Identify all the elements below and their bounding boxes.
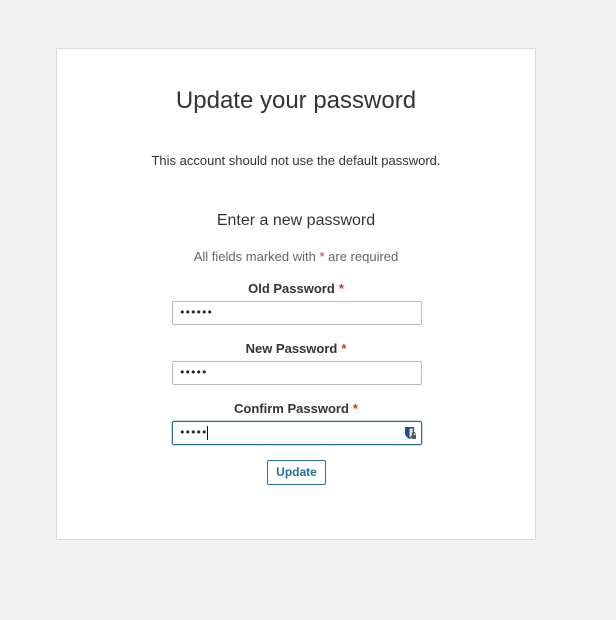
old-password-required-mark: * <box>338 281 344 296</box>
confirm-password-label-text: Confirm Password <box>234 401 349 416</box>
old-password-label-text: Old Password <box>248 281 335 296</box>
update-button[interactable]: Update <box>267 460 326 485</box>
new-password-value: ••••• <box>179 366 207 379</box>
confirm-password-label: Confirm Password * <box>57 401 535 417</box>
confirm-password-value: ••••• <box>179 426 207 439</box>
new-password-label-text: New Password <box>245 341 338 356</box>
confirm-password-required-mark: * <box>352 401 358 416</box>
old-password-value: •••••• <box>179 306 213 319</box>
password-manager-shield-icon[interactable] <box>404 426 416 440</box>
new-password-required-mark: * <box>341 341 347 356</box>
page-title: Update your password <box>175 87 417 114</box>
old-password-input[interactable]: •••••• <box>172 301 422 325</box>
text-caret <box>207 426 209 440</box>
required-fields-note: All fields marked with * are required <box>57 249 535 265</box>
old-password-label: Old Password * <box>57 281 535 297</box>
confirm-password-input[interactable]: ••••• <box>172 421 422 445</box>
new-password-input[interactable]: ••••• <box>172 361 422 385</box>
update-password-card: Update your password This account should… <box>56 48 536 540</box>
default-password-notice: This account should not use the default … <box>151 153 441 168</box>
section-subtitle: Enter a new password <box>216 212 376 229</box>
required-note-suffix: are required <box>324 249 399 264</box>
required-note-prefix: All fields marked with <box>193 249 320 264</box>
new-password-label: New Password * <box>57 341 535 357</box>
